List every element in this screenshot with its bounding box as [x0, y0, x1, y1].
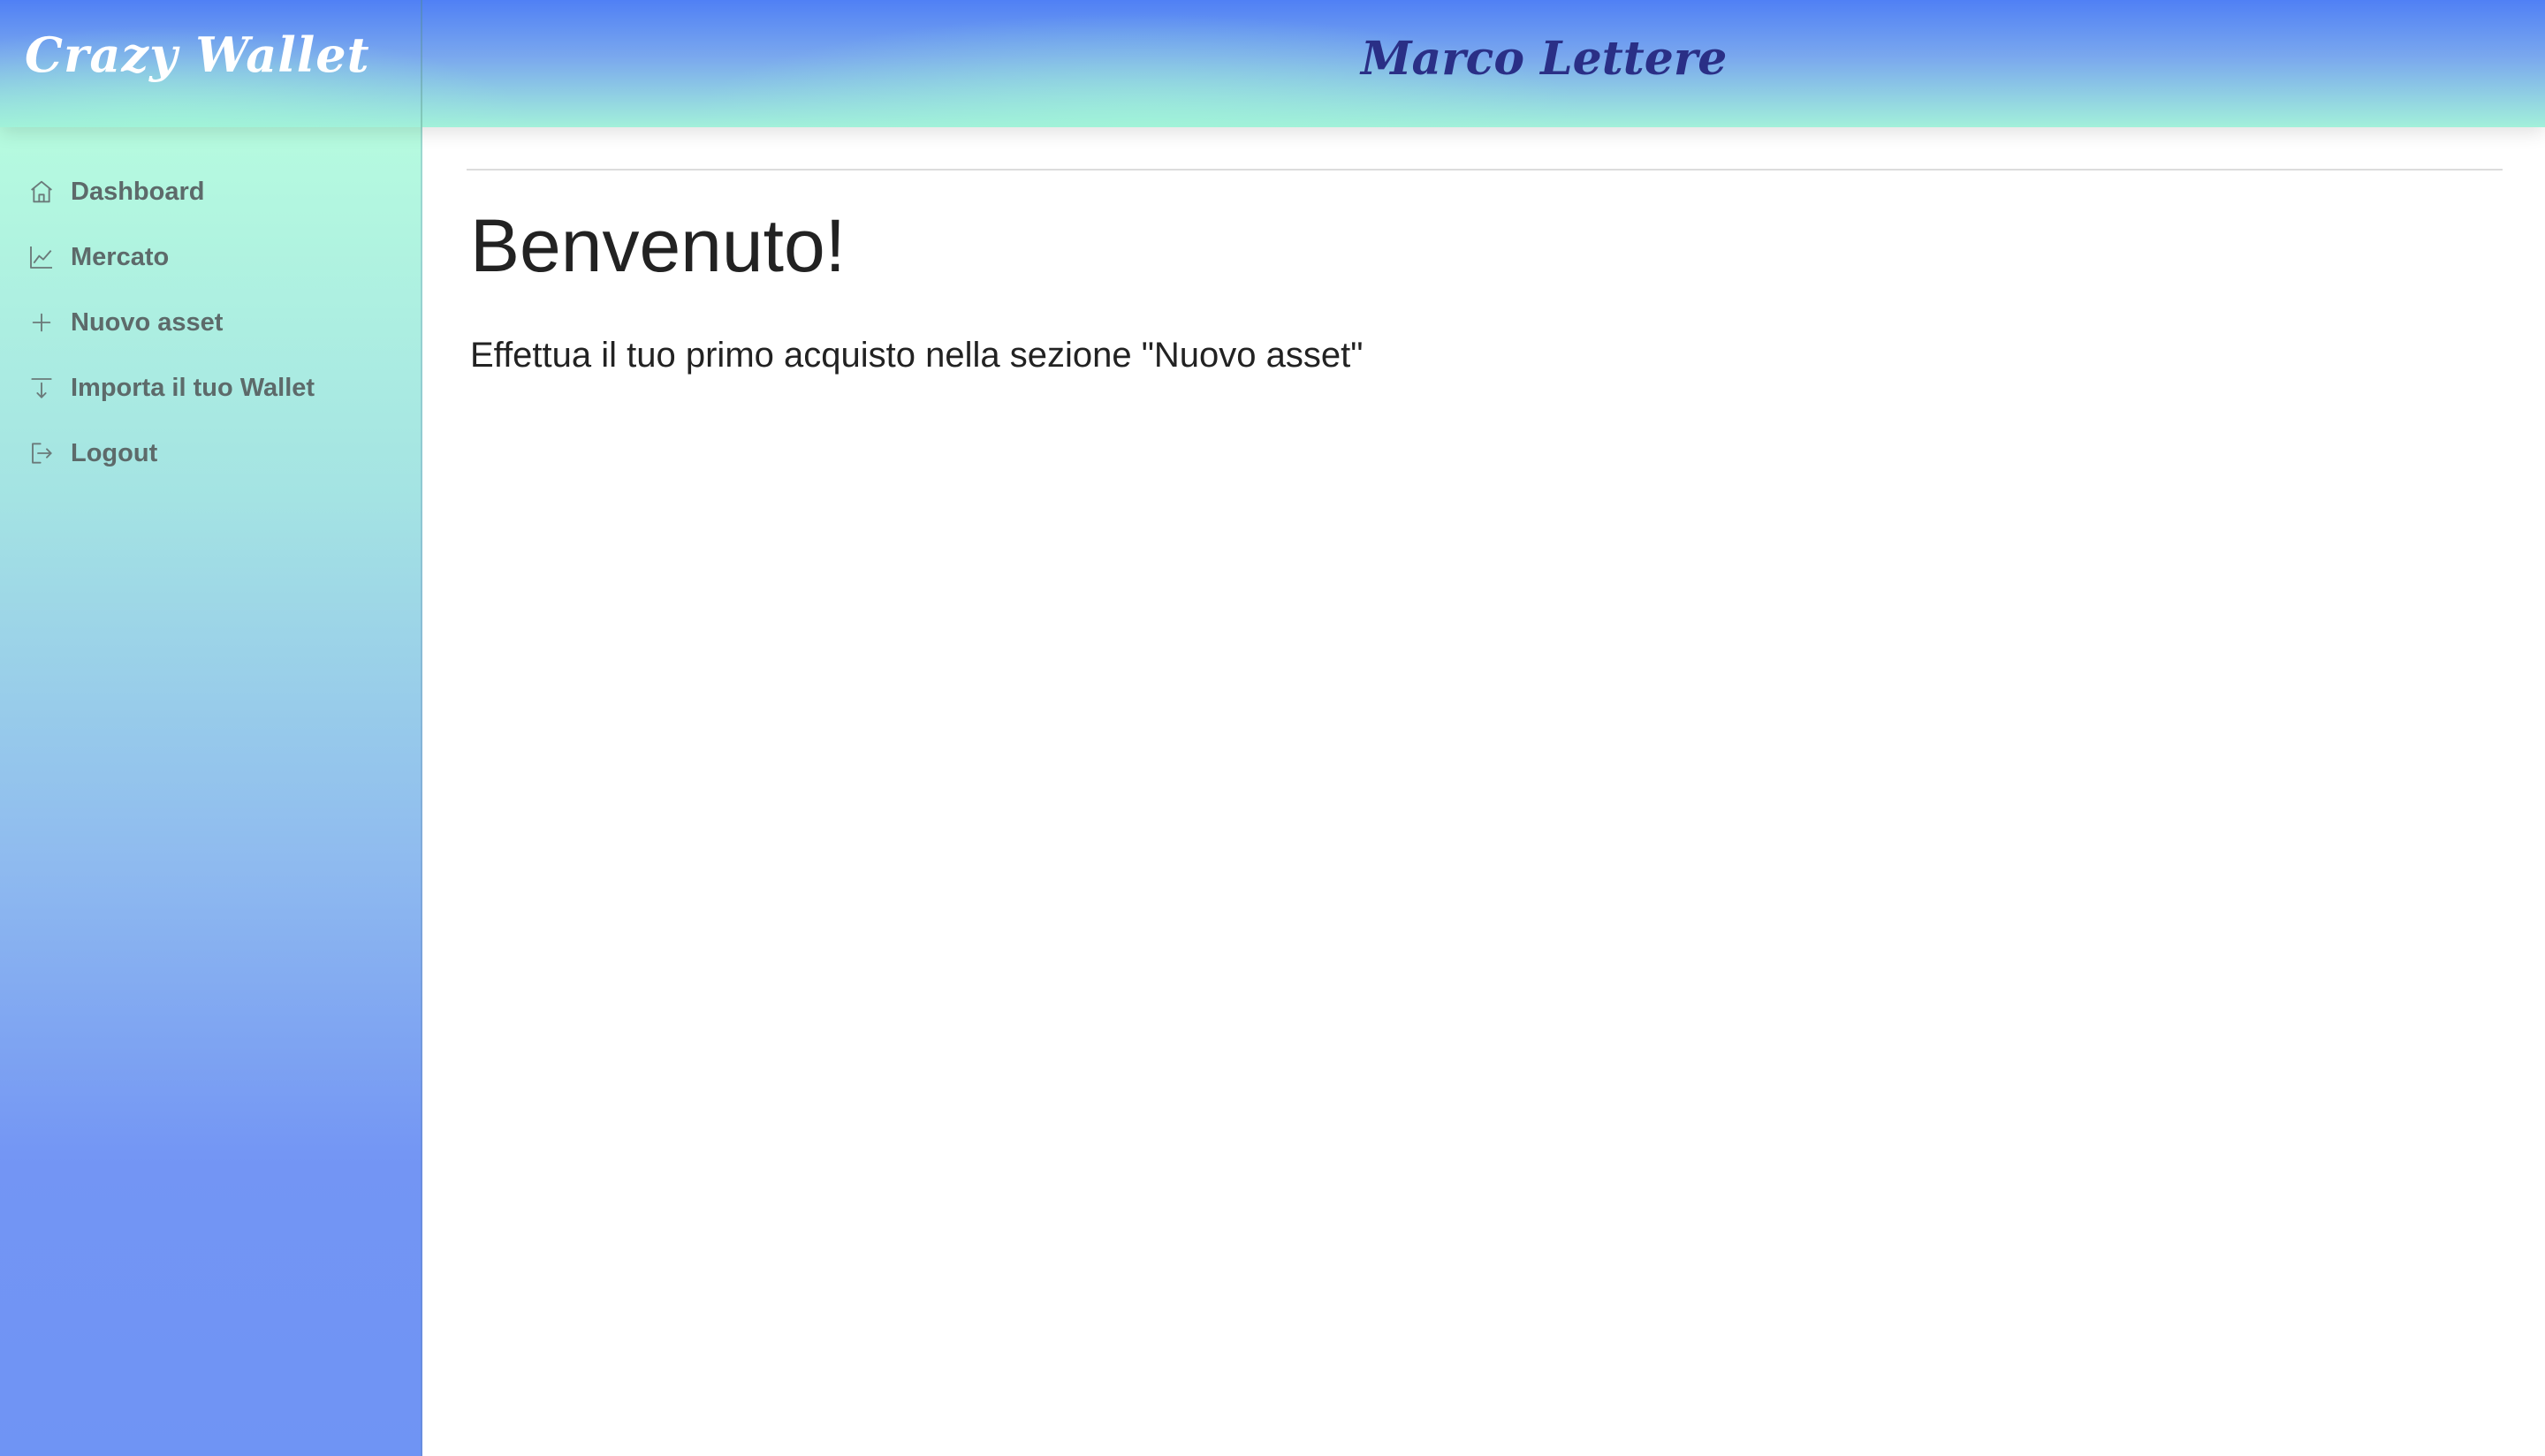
sidebar-item-mercato[interactable]: Mercato: [0, 224, 421, 290]
main-content: Benvenuto! Effettua il tuo primo acquist…: [422, 127, 2545, 1456]
sidebar-item-label: Logout: [71, 438, 158, 467]
import-icon: [27, 373, 57, 403]
sidebar-item-nuovo-asset[interactable]: Nuovo asset: [0, 290, 421, 355]
top-navbar: Crazy Wallet Marco Lettere: [0, 0, 2545, 127]
user-name: Marco Lettere: [1361, 32, 1728, 86]
sidebar-item-logout[interactable]: Logout: [0, 421, 421, 486]
sidebar-nav: Dashboard Mercato Nuovo asset Importa il…: [0, 159, 421, 486]
content-divider: [467, 169, 2503, 171]
welcome-message: Effettua il tuo primo acquisto nella sez…: [470, 336, 1364, 375]
logout-icon: [27, 438, 57, 468]
sidebar-item-importa-wallet[interactable]: Importa il tuo Wallet: [0, 355, 421, 421]
plus-icon: [27, 307, 57, 337]
sidebar-item-label: Dashboard: [71, 177, 205, 206]
page-title: Benvenuto!: [470, 204, 847, 287]
sidebar-item-label: Importa il tuo Wallet: [71, 373, 315, 402]
sidebar-item-label: Mercato: [71, 242, 170, 271]
sidebar-item-label: Nuovo asset: [71, 307, 224, 337]
sidebar-item-dashboard[interactable]: Dashboard: [0, 159, 421, 224]
home-icon: [27, 177, 57, 207]
brand-area[interactable]: Crazy Wallet: [0, 0, 422, 127]
line-chart-icon: [27, 242, 57, 272]
brand-logo[interactable]: Crazy Wallet: [25, 27, 370, 83]
sidebar: Dashboard Mercato Nuovo asset Importa il…: [0, 127, 422, 1456]
